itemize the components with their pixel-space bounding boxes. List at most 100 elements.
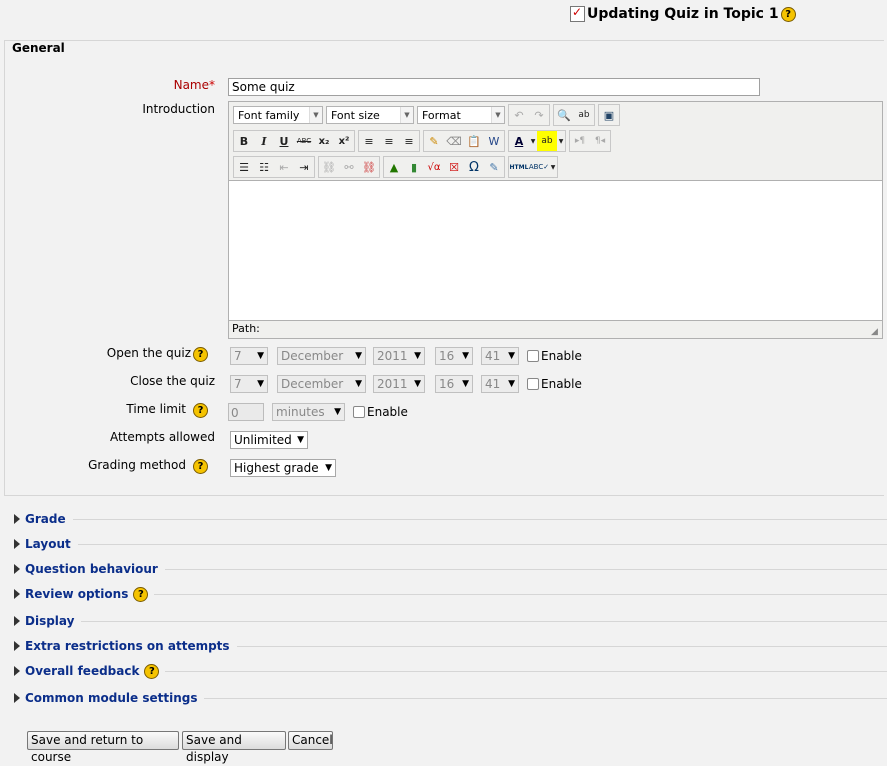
checkbox-box[interactable] [527,378,539,390]
strikethrough-icon[interactable]: ABC [294,131,314,151]
checkbox-box[interactable] [353,406,365,418]
close-day-select[interactable]: 7 ▼ [230,375,268,393]
paste-word-icon[interactable]: W [484,131,504,151]
open-month-value: December [281,348,344,363]
chevron-down-icon: ▼ [257,350,264,361]
help-icon[interactable]: ? [133,586,149,602]
replace-icon[interactable]: ab [574,105,594,125]
color-group: A ▼ ab ▼ [508,130,566,152]
chevron-down-icon[interactable]: ▼ [557,131,565,151]
edit-code-icon[interactable]: ✎ [484,157,504,177]
outdent-icon[interactable]: ⇤ [274,157,294,177]
align-center-icon[interactable]: ≡ [379,131,399,151]
help-icon[interactable]: ? [193,403,208,418]
section-review-options[interactable]: Review options ? [10,586,887,602]
open-hour-select[interactable]: 16 ▼ [435,347,473,365]
align-right-icon[interactable]: ≡ [399,131,419,151]
numbered-list-icon[interactable]: ☷ [254,157,274,177]
time-enable-checkbox[interactable]: Enable [353,405,408,419]
background-color-icon[interactable]: ab [537,131,557,151]
attempts-select[interactable]: Unlimited ▼ [230,431,308,449]
subscript-icon[interactable]: x₂ [314,131,334,151]
eraser-icon[interactable]: ⌫ [444,131,464,151]
media-icon[interactable]: ▮ [404,157,424,177]
undo-icon[interactable]: ↶ [509,105,529,125]
help-icon[interactable]: ? [144,663,160,679]
rtl-icon[interactable]: ¶◂ [590,131,610,151]
font-size-select[interactable]: Font size ▼ [326,106,414,124]
spellcheck-icon[interactable]: ABC✓ [529,157,549,177]
section-common-module-settings[interactable]: Common module settings [10,690,887,706]
undo-redo-group: ↶ ↷ [508,104,550,126]
find-icon[interactable]: 🔍 [554,105,574,125]
image-icon[interactable]: ▲ [384,157,404,177]
section-overall-feedback[interactable]: Overall feedback ? [10,663,887,679]
redo-icon[interactable]: ↷ [529,105,549,125]
save-display-button[interactable]: Save and display [182,731,286,764]
help-icon[interactable]: ? [193,459,208,474]
text-color-icon[interactable]: A [509,131,529,151]
cancel-button[interactable]: Cancel [288,731,333,750]
dragmath-icon[interactable]: ☒ [444,157,464,177]
superscript-icon[interactable]: x² [334,131,354,151]
section-title[interactable]: Grade [25,512,66,526]
equation-icon[interactable]: √α [424,157,444,177]
section-title[interactable]: Layout [25,537,71,551]
close-hour-select[interactable]: 16 ▼ [435,375,473,393]
editor-text-area[interactable] [229,180,882,321]
omega-icon[interactable]: Ω [464,157,484,177]
underline-icon[interactable]: U [274,131,294,151]
section-extra-restrictions[interactable]: Extra restrictions on attempts [10,638,887,654]
open-day-select[interactable]: 7 ▼ [230,347,268,365]
checkbox-box[interactable] [527,350,539,362]
html-icon[interactable]: HTML [509,157,529,177]
chevron-down-icon: ▼ [462,378,469,389]
open-month-select[interactable]: December ▼ [277,347,366,365]
nolink-icon[interactable]: ⛓ [359,157,379,177]
section-title[interactable]: Extra restrictions on attempts [25,639,230,653]
format-select[interactable]: Format ▼ [417,106,505,124]
font-family-select[interactable]: Font family ▼ [233,106,323,124]
help-icon[interactable]: ? [193,347,208,362]
name-input[interactable]: Some quiz [228,78,760,96]
time-limit-input[interactable]: 0 [228,403,264,421]
resize-handle-icon[interactable]: ◢ [871,327,881,337]
open-enable-checkbox[interactable]: Enable [527,349,582,363]
search-group: 🔍 ab [553,104,595,126]
bullet-list-icon[interactable]: ☰ [234,157,254,177]
link-icon[interactable]: ⛓ [319,157,339,177]
divider [81,620,887,622]
open-minute-value: 41 [485,348,501,363]
bold-icon[interactable]: B [234,131,254,151]
clipboard-group: ✎ ⌫ 📋 W [423,130,505,152]
ltr-icon[interactable]: ▸¶ [570,131,590,151]
chevron-down-icon[interactable]: ▼ [529,131,537,151]
section-question-behaviour[interactable]: Question behaviour [10,561,887,577]
help-icon[interactable]: ? [780,6,796,22]
open-minute-select[interactable]: 41 ▼ [481,347,519,365]
close-year-select[interactable]: 2011 ▼ [373,375,425,393]
clean-up-icon[interactable]: ✎ [424,131,444,151]
section-title[interactable]: Common module settings [25,691,197,705]
close-minute-select[interactable]: 41 ▼ [481,375,519,393]
grading-select[interactable]: Highest grade ▼ [230,459,336,477]
section-title[interactable]: Question behaviour [25,562,158,576]
paste-icon[interactable]: 📋 [464,131,484,151]
section-display[interactable]: Display [10,613,887,629]
unlink-icon[interactable]: ⚯ [339,157,359,177]
section-title[interactable]: Display [25,614,74,628]
close-month-select[interactable]: December ▼ [277,375,366,393]
save-return-button[interactable]: Save and return to course [27,731,179,764]
section-layout[interactable]: Layout [10,536,887,552]
open-year-select[interactable]: 2011 ▼ [373,347,425,365]
indent-icon[interactable]: ⇥ [294,157,314,177]
section-grade[interactable]: Grade [10,511,887,527]
fullscreen-icon[interactable]: ▣ [599,105,619,125]
section-title[interactable]: Review options [25,587,128,601]
align-left-icon[interactable]: ≡ [359,131,379,151]
italic-icon[interactable]: I [254,131,274,151]
section-title[interactable]: Overall feedback [25,664,139,678]
close-enable-checkbox[interactable]: Enable [527,377,582,391]
chevron-down-icon[interactable]: ▼ [549,157,557,177]
time-unit-select[interactable]: minutes ▼ [272,403,345,421]
